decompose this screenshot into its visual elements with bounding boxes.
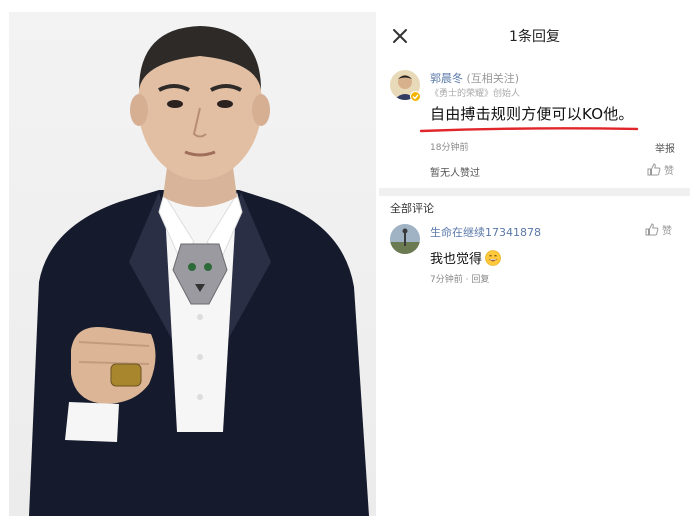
- all-comments-title: 全部评论: [390, 202, 434, 215]
- author-subtitle: 《勇士的荣耀》创始人: [430, 89, 521, 99]
- thumbs-up-icon: [645, 223, 659, 236]
- reply-dialog: 1条回复 郭晨冬 (互相关注) 《勇士的荣耀》创始人 自由搏击规则方便可以KO他…: [379, 12, 690, 516]
- section-divider: [379, 188, 690, 196]
- dialog-title: 1条回复: [509, 29, 560, 45]
- meta-separator: ·: [465, 275, 469, 285]
- reply-like-button[interactable]: 赞: [645, 222, 672, 237]
- author-name[interactable]: 郭晨冬: [430, 72, 463, 85]
- reply-text: 我也觉得: [430, 252, 483, 267]
- grinning-face-emoji-icon: [485, 249, 501, 266]
- reply-button[interactable]: 回复: [471, 275, 489, 285]
- reply-like-label: 赞: [662, 226, 672, 237]
- reply-time: 7分钟前: [430, 275, 463, 285]
- comment-time: 18分钟前: [430, 143, 469, 153]
- commenter-avatar[interactable]: [390, 224, 420, 254]
- portrait-photo: [9, 12, 376, 516]
- relation-label: (互相关注): [466, 72, 520, 85]
- author-line: 郭晨冬 (互相关注): [430, 70, 519, 86]
- like-button[interactable]: 赞: [647, 162, 674, 177]
- report-button[interactable]: 举报: [655, 140, 675, 155]
- reply-meta: 7分钟前 · 回复: [430, 272, 489, 285]
- dialog-header: 1条回复: [379, 12, 690, 62]
- portrait-illustration: [29, 26, 369, 516]
- like-label: 赞: [664, 166, 674, 177]
- verified-badge-icon: [410, 91, 421, 102]
- reply-text-row: 我也觉得: [430, 248, 501, 267]
- comment-text: 自由搏击规则方便可以KO他。: [430, 105, 634, 123]
- commenter-name[interactable]: 生命在继续17341878: [430, 224, 541, 240]
- red-underline-mark: [419, 127, 639, 133]
- no-likes-text: 暂无人赞过: [430, 168, 480, 179]
- original-comment: 郭晨冬 (互相关注) 《勇士的荣耀》创始人 自由搏击规则方便可以KO他。 18分…: [379, 62, 690, 188]
- thumbs-up-icon: [647, 163, 661, 176]
